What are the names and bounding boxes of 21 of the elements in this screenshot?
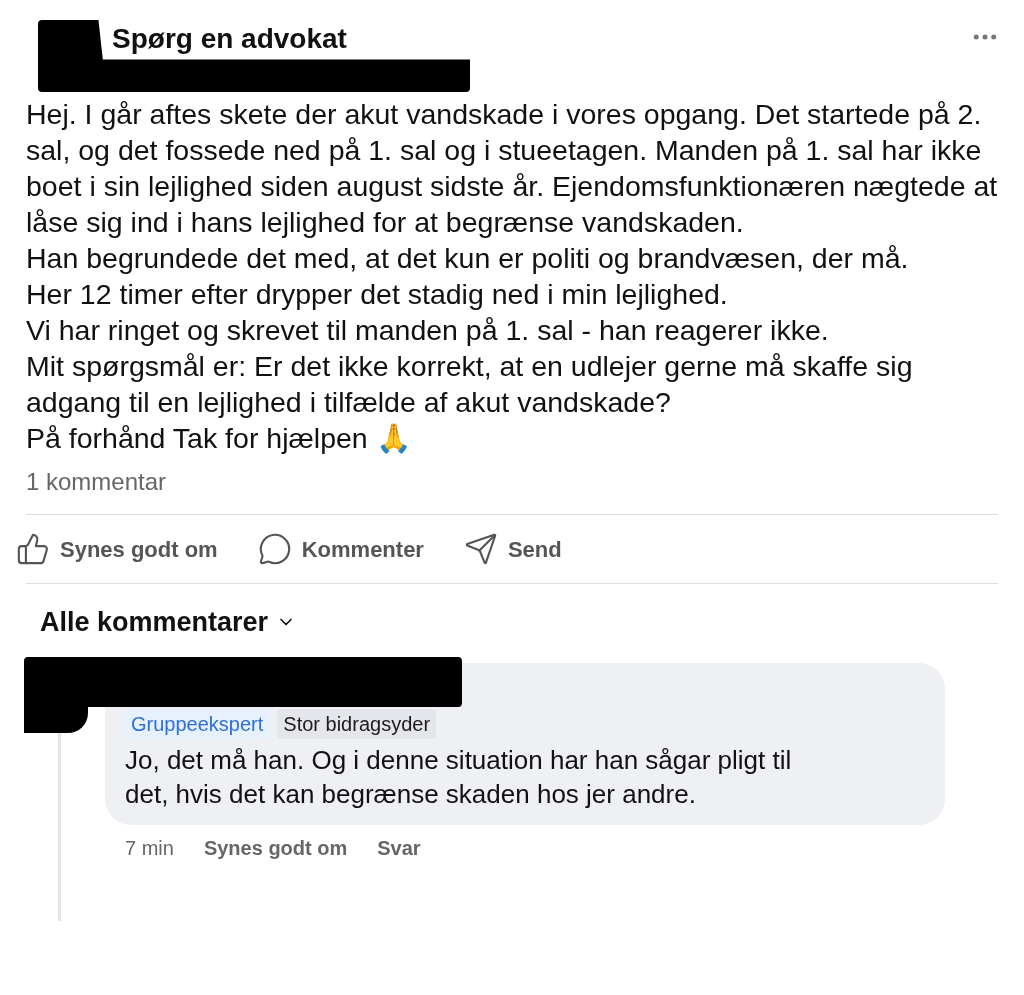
group-name[interactable]: Spørg en advokat (112, 18, 347, 60)
comment-time: 7 min (125, 835, 174, 861)
post-text: Han begrundede det med, at det kun er politi og brandvæsen, der må. (26, 241, 910, 276)
post-text: Vi har ringet og skrevet til manden på 1. sal - han reagerer ikke. (26, 313, 830, 348)
comment-count[interactable]: 1 kommentar (26, 464, 167, 500)
paper-plane-icon (463, 532, 498, 566)
post-text: Hej. I går aftes skete der akut vandskade i vores opgang. Det startede på 2. sal, og det fossede ned på 1. sal og i stueetagen. Manden på 1. sal har ikke boet i sin lejlighed siden august sidste år. Ejendomsfunktionæren nægtede at låse sig ind i hans lejlighed for at begrænse vandskaden. (26, 97, 998, 240)
post-text: Mit spørgsmål er: Er det ikke korrekt, at en udlejer gerne må skaffe sig adgang til en lejlighed i tilfælde af akut vandskade? (26, 349, 914, 420)
comment-text: Jo, det må han. Og i denne situation har han sågar pligt til det, hvis det kan begrænse skaden hos jer andre. (125, 743, 793, 811)
badge: Stor bidragsyder (277, 708, 437, 739)
comment-like-link[interactable]: Synes godt om (203, 832, 348, 863)
badge: Gruppeekspert (125, 708, 270, 739)
speech-bubble-icon (257, 532, 292, 566)
thumbs-up-icon (16, 532, 50, 566)
like-button[interactable]: Synes godt om (16, 532, 218, 566)
send-button[interactable]: Send (463, 532, 562, 566)
comments-filter[interactable]: Alle kommentarer (40, 602, 297, 643)
comment-button[interactable]: Kommenter (257, 532, 424, 566)
reply-link[interactable]: Svar (377, 832, 421, 863)
post-text: Her 12 timer efter drypper det stadig ned i min lejlighed. (26, 277, 729, 312)
post-text: På forhånd Tak for hjælpen 🙏 (26, 421, 412, 456)
